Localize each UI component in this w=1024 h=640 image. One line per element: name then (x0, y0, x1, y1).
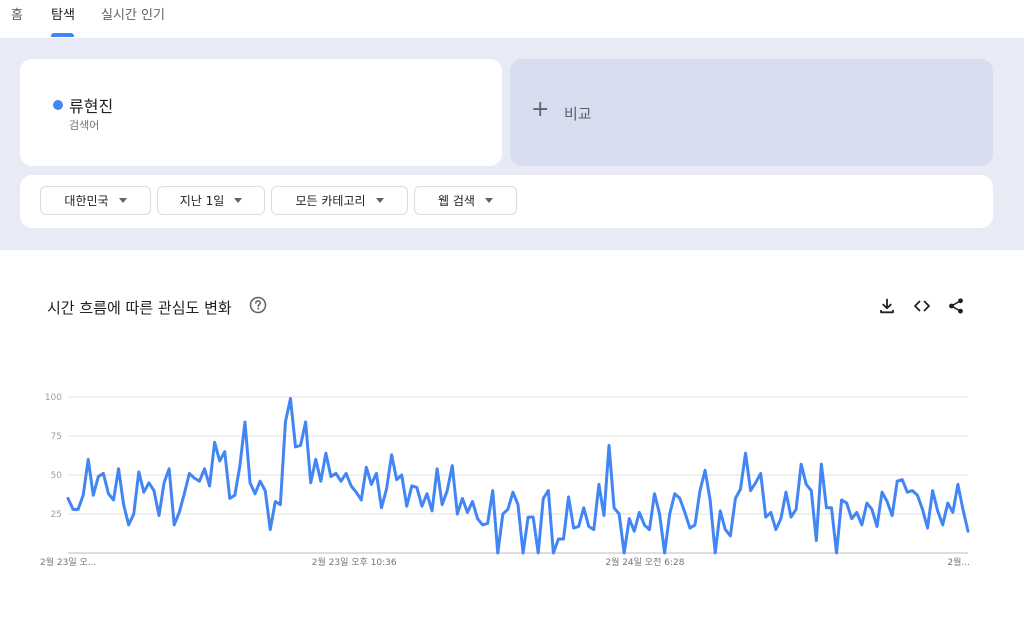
term-color-dot (53, 100, 63, 110)
tab-explore[interactable]: 탐색 (51, 4, 75, 23)
filter-region[interactable]: 대한민국 (40, 186, 151, 215)
y-tick-label: 75 (51, 432, 62, 442)
search-term-type: 검색어 (69, 119, 100, 132)
x-tick-label: 2월 23일 오후 10:36 (312, 556, 397, 568)
tab-home[interactable]: 홈 (11, 4, 23, 23)
compare-label: 비교 (564, 105, 592, 123)
x-tick-label: 2월... (947, 556, 970, 568)
tab-trending-now[interactable]: 실시간 인기 (101, 4, 165, 23)
filter-time-range[interactable]: 지난 1일 (157, 186, 265, 215)
filter-category[interactable]: 모든 카테고리 (271, 186, 408, 215)
compare-button[interactable]: + 비교 (510, 59, 993, 166)
filter-region-label: 대한민국 (64, 194, 109, 208)
y-tick-label: 25 (51, 510, 62, 520)
filter-time-range-label: 지난 1일 (179, 194, 225, 208)
filters-bar: 대한민국 지난 1일 모든 카테고리 웹 검색 (20, 175, 993, 228)
interest-over-time-card: 시간 흐름에 따른 관심도 변화 100 75 50 25 2월 23일 오... 2월 … (20, 270, 993, 628)
search-term-card[interactable]: 류현진 검색어 (20, 59, 502, 166)
top-nav: 홈 탐색 실시간 인기 (0, 0, 1024, 38)
series-line-0 (66, 397, 970, 555)
caret-down-icon (118, 198, 127, 203)
y-tick-label: 50 (51, 471, 63, 481)
caret-down-icon (484, 198, 493, 203)
filter-category-label: 모든 카테고리 (295, 194, 366, 208)
plus-icon: + (531, 97, 550, 122)
search-term-name[interactable]: 류현진 (69, 93, 113, 117)
filter-search-type-label: 웹 검색 (438, 194, 475, 208)
caret-down-icon (375, 198, 384, 203)
caret-down-icon (234, 198, 243, 203)
filter-search-type[interactable]: 웹 검색 (414, 186, 517, 215)
interest-line-chart: 100 75 50 25 2월 23일 오... 2월 23일 오후 10:36 2월 24… (40, 393, 970, 568)
y-tick-label: 100 (45, 393, 62, 403)
active-tab-indicator (51, 33, 74, 37)
x-tick-label: 2월 24일 오전 6:28 (605, 556, 684, 568)
x-tick-label: 2월 23일 오... (40, 556, 96, 568)
